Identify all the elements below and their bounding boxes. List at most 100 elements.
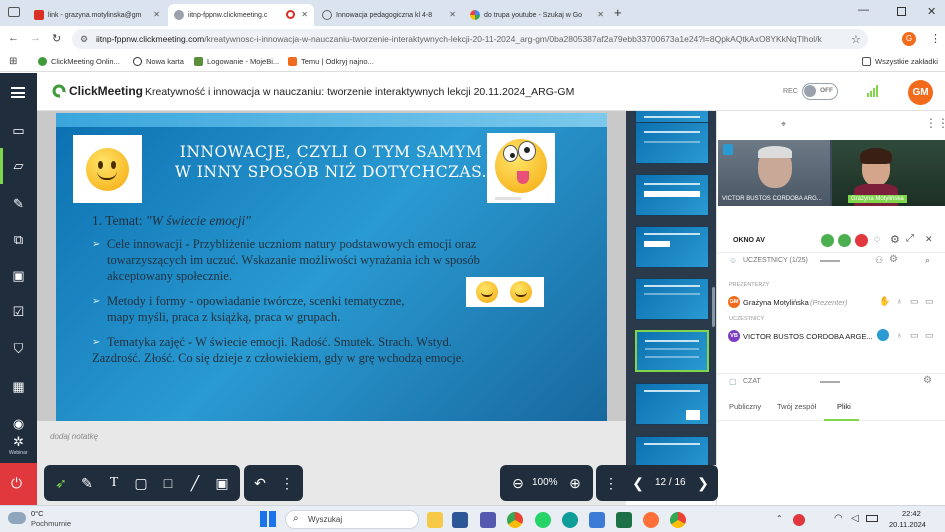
- folder-icon[interactable]: ▱: [11, 158, 26, 173]
- slide-thumbnail[interactable]: [635, 383, 709, 425]
- image-tool-icon[interactable]: ▣: [213, 474, 231, 492]
- rec-toggle[interactable]: OFF: [802, 83, 838, 100]
- close-icon[interactable]: ✕: [449, 10, 456, 19]
- video-tile-victor[interactable]: VICTOR BUSTOS CORDOBA ARG...: [718, 140, 830, 206]
- settings-gear-icon[interactable]: ⚙: [890, 233, 900, 246]
- user-avatar[interactable]: GM: [908, 80, 933, 105]
- note-tool-icon[interactable]: ▢: [132, 474, 150, 492]
- camera-icon[interactable]: ▭: [11, 123, 26, 138]
- slide-thumbnail[interactable]: [635, 122, 709, 164]
- rectangle-tool-icon[interactable]: □: [159, 474, 177, 492]
- line-tool-icon[interactable]: ╱: [186, 474, 204, 492]
- pointer-tool-icon[interactable]: ➶: [52, 474, 70, 492]
- text-tool-icon[interactable]: T: [105, 474, 123, 492]
- whatsapp-icon[interactable]: [535, 512, 551, 528]
- windows-start-icon[interactable]: [260, 511, 276, 527]
- reload-icon[interactable]: ↻: [52, 32, 61, 45]
- slide-thumbnail[interactable]: [635, 278, 709, 320]
- apps-icon[interactable]: ▦: [11, 379, 26, 394]
- bookmark-clickmeeting[interactable]: ClickMeeting Onlin...: [38, 57, 120, 66]
- profile-avatar[interactable]: G: [902, 32, 916, 46]
- screen-share-icon[interactable]: ⧉: [11, 232, 26, 247]
- more-options-icon[interactable]: ⋮: [278, 474, 296, 492]
- screen-icon[interactable]: ▭: [925, 330, 934, 341]
- teams-icon[interactable]: [480, 512, 496, 528]
- excel-icon[interactable]: [616, 512, 632, 528]
- shield-icon[interactable]: ⛉: [11, 341, 26, 356]
- participants-header[interactable]: ☺ UCZESTNICY (1/25) ⚇ ⚙ ⌕: [717, 252, 945, 268]
- url-input[interactable]: ⚙ iitnp-fppnw.clickmeeting.com/kreatywno…: [72, 29, 868, 49]
- bookmark-mojebi[interactable]: Logowanie - MojeBi...: [194, 57, 279, 66]
- edit-icon[interactable]: ✎: [11, 196, 26, 211]
- chrome-icon[interactable]: [507, 512, 523, 528]
- slide-thumbnail-current[interactable]: [635, 330, 709, 372]
- pin-icon[interactable]: ⌖: [781, 119, 786, 130]
- camera-icon[interactable]: ▭: [910, 330, 919, 341]
- close-icon[interactable]: ✕: [301, 10, 308, 19]
- battery-icon[interactable]: [866, 515, 878, 522]
- tray-app-icon[interactable]: [793, 514, 805, 526]
- mic-icon[interactable]: ♁: [896, 330, 903, 340]
- settings-gear-icon[interactable]: ⚙: [889, 254, 898, 265]
- collapse-handle[interactable]: [820, 381, 840, 383]
- collapse-handle[interactable]: [820, 260, 840, 262]
- screen-icon[interactable]: ▭: [925, 296, 934, 307]
- next-slide-button[interactable]: ❯: [694, 474, 712, 492]
- apps-grid-icon[interactable]: ⊞: [9, 56, 17, 67]
- grid-layout-icon[interactable]: ⋮⋮: [925, 116, 945, 130]
- more-options-icon[interactable]: ⋮: [602, 474, 620, 492]
- new-tab-button[interactable]: +: [614, 5, 622, 20]
- close-window-button[interactable]: ✕: [927, 5, 936, 18]
- tab-clickmeeting[interactable]: iitnp-fppnw.clickmeeting.c ✕: [168, 4, 314, 26]
- expand-icon[interactable]: ⤢: [906, 233, 914, 244]
- tab-search-icon[interactable]: [8, 7, 20, 17]
- firefox-icon[interactable]: [643, 512, 659, 528]
- menu-kebab-icon[interactable]: ⋮: [930, 32, 941, 45]
- tab-gmail[interactable]: link - grazyna.motylinska@gm ✕: [28, 4, 166, 26]
- zoom-out-icon[interactable]: ⊖: [509, 474, 527, 492]
- store-icon[interactable]: [589, 512, 605, 528]
- all-bookmarks-folder[interactable]: Wszystkie zakładki: [862, 57, 938, 66]
- close-icon[interactable]: ✕: [153, 10, 160, 19]
- test-icon[interactable]: ☑: [11, 304, 26, 319]
- camera-icon[interactable]: ▭: [910, 296, 919, 307]
- tray-chevron-icon[interactable]: ⌃: [776, 514, 783, 523]
- undo-icon[interactable]: ↶: [251, 474, 269, 492]
- slide-thumbnail[interactable]: [635, 226, 709, 268]
- chat-bubble-icon[interactable]: ◌: [874, 234, 880, 245]
- bookmark-star-icon[interactable]: ☆: [851, 33, 861, 46]
- back-arrow-icon[interactable]: ←: [8, 32, 19, 44]
- camera-button[interactable]: [821, 234, 834, 247]
- participant-row-attendee[interactable]: VB VICTOR BUSTOS CORDOBA ARGE... ♁ ▭ ▭: [717, 327, 945, 345]
- add-user-icon[interactable]: ⚇: [875, 255, 883, 266]
- bookmark-temu[interactable]: Temu | Odkryj najno...: [288, 57, 374, 66]
- tab-twoj-zespol[interactable]: Twój zespół: [777, 402, 816, 411]
- forward-arrow-icon[interactable]: →: [30, 32, 41, 44]
- video-play-icon[interactable]: ▣: [11, 268, 26, 283]
- broadcast-icon[interactable]: ◉: [11, 416, 26, 431]
- zoom-in-icon[interactable]: ⊕: [566, 474, 584, 492]
- minimize-button[interactable]: —: [858, 4, 869, 16]
- previous-slide-button[interactable]: ❮: [629, 474, 647, 492]
- close-icon[interactable]: ✕: [925, 234, 933, 245]
- mic-button[interactable]: [838, 234, 851, 247]
- volume-icon[interactable]: ◁: [851, 513, 859, 524]
- file-explorer-icon[interactable]: [427, 512, 443, 528]
- video-tile-grazyna[interactable]: Grażyna Motylińska: [832, 140, 945, 206]
- close-icon[interactable]: ✕: [597, 10, 604, 19]
- site-info-icon[interactable]: ⚙: [80, 34, 88, 45]
- search-icon[interactable]: ⌕: [925, 255, 930, 266]
- participant-row-presenter[interactable]: GM Grażyna Motylińska (Prezenter) ✋ ♁ ▭ …: [717, 293, 945, 311]
- scrollbar[interactable]: [712, 287, 715, 327]
- taskbar-search[interactable]: ⌕ Wyszukaj: [285, 510, 419, 529]
- slide-thumbnail[interactable]: [635, 436, 709, 465]
- slide-thumbnail[interactable]: [635, 174, 709, 216]
- pen-tool-icon[interactable]: ✎: [78, 474, 96, 492]
- bookmark-nowa-karta[interactable]: Nowa karta: [133, 57, 184, 66]
- tab-google-search[interactable]: do trupa youtube - Szukaj w Go ✕: [464, 4, 610, 26]
- hand-raise-icon[interactable]: [877, 329, 889, 341]
- chat-header[interactable]: ▢ CZAT ⚙: [717, 373, 945, 389]
- tab-publiczny[interactable]: Publiczny: [729, 402, 761, 411]
- webinar-icon[interactable]: ✲: [11, 434, 26, 449]
- edge-icon[interactable]: [562, 512, 578, 528]
